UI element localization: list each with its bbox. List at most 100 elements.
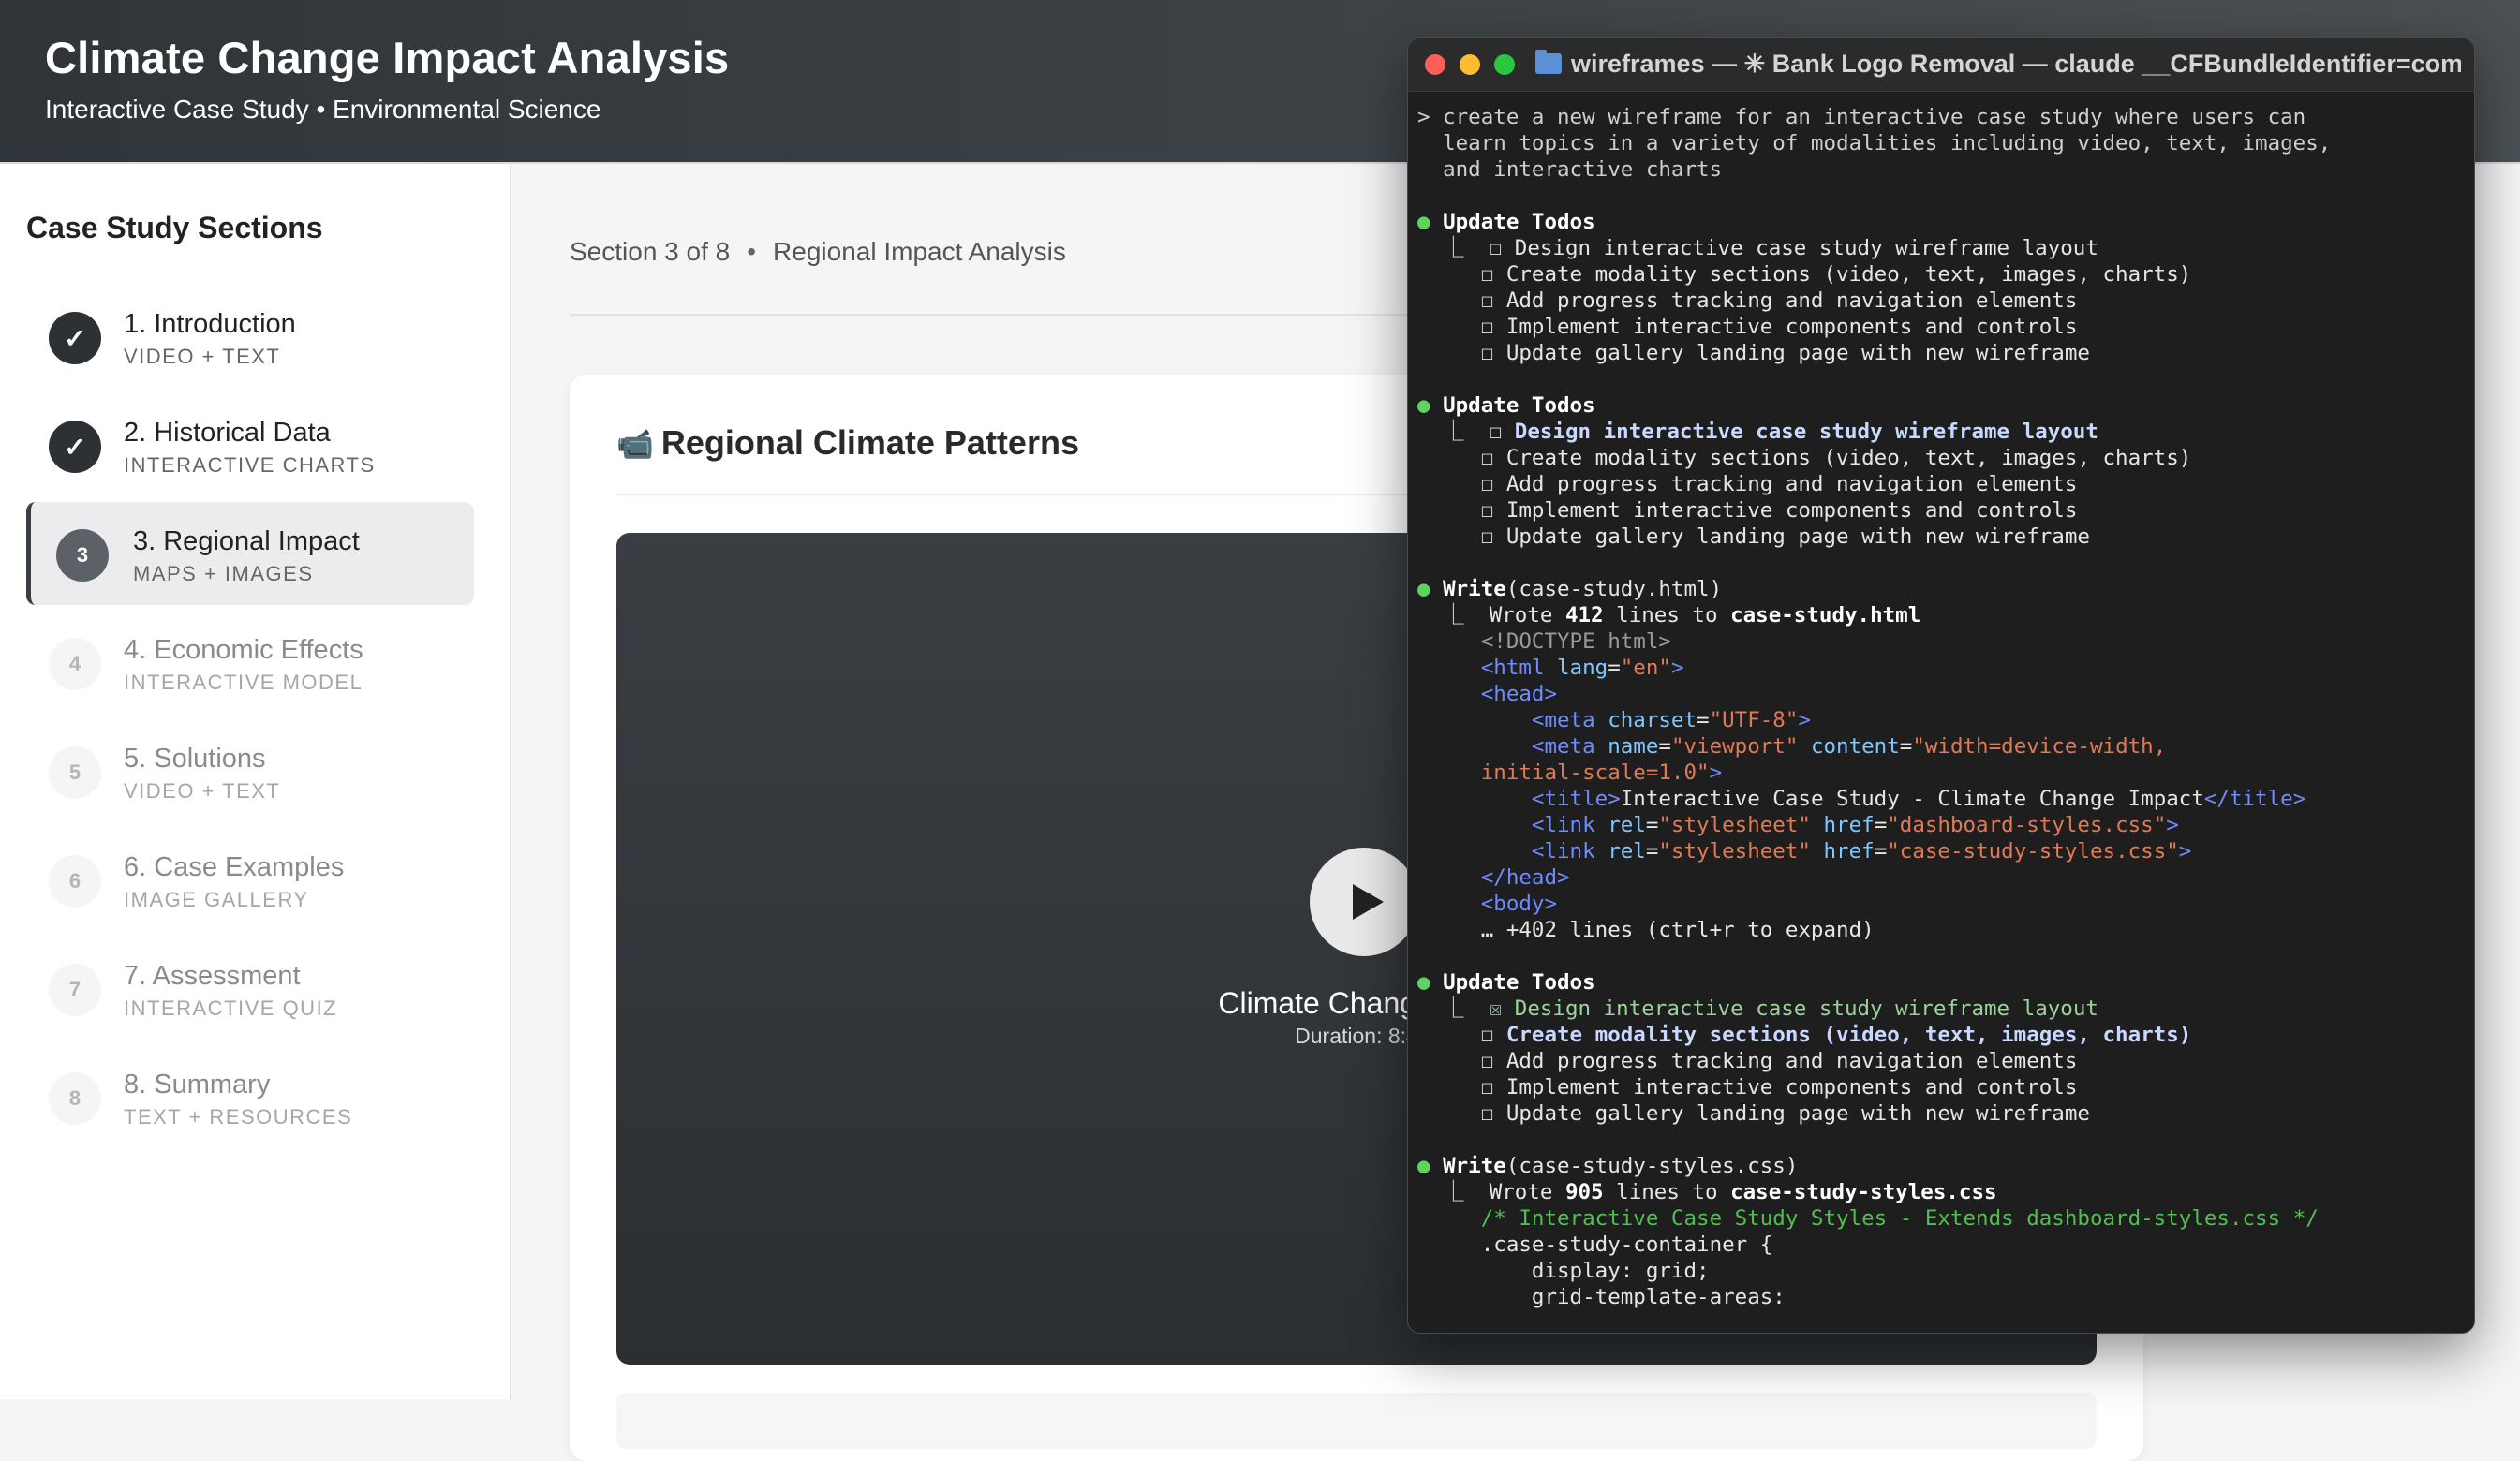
- expand-hint[interactable]: … +402 lines (ctrl+r to expand): [1417, 917, 2474, 943]
- terminal-titlebar[interactable]: wireframes — ✳ Bank Logo Removal — claud…: [1408, 38, 2474, 92]
- todo-text: Create modality sections (video, text, i…: [1505, 262, 2192, 287]
- code-line: <title>Interactive Case Study - Climate …: [1531, 787, 2306, 811]
- sidebar-item-label: 5. Solutions: [124, 744, 266, 774]
- sidebar-item-modality: INTERACTIVE QUIZ: [124, 996, 338, 1020]
- todo-item: ⎿ ☐ Design interactive case study wirefr…: [1417, 420, 2098, 444]
- page-subtitle: Interactive Case Study • Environmental S…: [45, 95, 601, 124]
- todo-item: ☐ Create modality sections (video, text,…: [1417, 262, 2192, 287]
- todo-text: Create modality sections (video, text, i…: [1505, 446, 2192, 470]
- play-icon: [1352, 884, 1384, 920]
- step-number-badge: 3: [56, 529, 109, 582]
- play-button[interactable]: [1310, 848, 1418, 956]
- tool-name: Write: [1443, 1154, 1506, 1178]
- sidebar-item-label: 3. Regional Impact: [133, 526, 360, 556]
- todo-item: ☐ Implement interactive components and c…: [1417, 1075, 2078, 1099]
- todo-text: Update gallery landing page with new wir…: [1505, 524, 2090, 549]
- todo-item: ☐ Update gallery landing page with new w…: [1417, 341, 2090, 365]
- sidebar-item-label: 7. Assessment: [124, 961, 301, 991]
- sidebar-title: Case Study Sections: [26, 211, 323, 244]
- code-comment: /* Interactive Case Study Styles - Exten…: [1480, 1206, 2319, 1231]
- breadcrumb-section: Section 3 of 8: [570, 237, 731, 266]
- sidebar-item-historical-data[interactable]: ✓ 2. Historical Data INTERACTIVE CHARTS: [26, 393, 474, 496]
- code-line: <body>: [1480, 892, 1558, 916]
- tool-name: Write: [1443, 577, 1506, 601]
- code-line: grid-template-areas:: [1417, 1284, 2474, 1310]
- todo-item: ☐ Implement interactive components and c…: [1417, 315, 2078, 339]
- sidebar-item-label: 2. Historical Data: [124, 418, 331, 448]
- tool-file: case-study.html: [1519, 577, 1710, 601]
- checkmark-icon: ✓: [49, 421, 101, 473]
- sidebar-item-introduction[interactable]: ✓ 1. Introduction VIDEO + TEXT: [26, 285, 474, 388]
- status-dot-icon: ●: [1417, 970, 1430, 995]
- sidebar-item-economic-effects[interactable]: 4 4. Economic Effects INTERACTIVE MODEL: [26, 611, 474, 714]
- todo-item: ☐ Update gallery landing page with new w…: [1417, 1101, 2090, 1126]
- todo-text: Design interactive case study wireframe …: [1514, 236, 2098, 260]
- code-line: display: grid;: [1417, 1258, 2474, 1284]
- code-line: </head>: [1480, 865, 1570, 890]
- written-file: case-study.html: [1730, 603, 1921, 627]
- todo-text: Implement interactive components and con…: [1505, 498, 2078, 523]
- code-string: "case-study-styles.css": [1887, 839, 2179, 863]
- code-string: initial-scale=1.0": [1480, 760, 1710, 785]
- sidebar-item-modality: IMAGE GALLERY: [124, 888, 309, 911]
- todo-item: ☐ Add progress tracking and navigation e…: [1417, 1049, 2078, 1073]
- maximize-window-button[interactable]: [1494, 54, 1515, 75]
- code-text: Interactive Case Study - Climate Change …: [1620, 787, 2204, 811]
- sidebar-item-summary[interactable]: 8 8. Summary TEXT + RESOURCES: [26, 1045, 474, 1148]
- todo-text: Add progress tracking and navigation ele…: [1505, 472, 2078, 496]
- todo-text: Implement interactive components and con…: [1505, 1075, 2078, 1099]
- write-prefix: Wrote: [1489, 1180, 1565, 1204]
- sidebar-item-label: 8. Summary: [124, 1070, 271, 1099]
- line-count: 412: [1564, 603, 1604, 627]
- code-line: <head>: [1480, 682, 1558, 706]
- prompt-line: and interactive charts: [1417, 157, 1723, 182]
- todo-heading: Update Todos: [1443, 210, 1595, 234]
- todo-text: Update gallery landing page with new wir…: [1505, 1101, 2090, 1126]
- step-number-badge: 8: [49, 1072, 101, 1125]
- breadcrumb-page: Regional Impact Analysis: [773, 237, 1066, 266]
- write-prefix: Wrote: [1489, 603, 1565, 627]
- code-line: <link rel="stylesheet" href="dashboard-s…: [1531, 813, 2179, 837]
- checkmark-icon: ✓: [49, 312, 101, 364]
- todo-block-heading: ● Update Todos: [1417, 209, 2474, 235]
- sidebar-item-modality: INTERACTIVE CHARTS: [124, 453, 376, 477]
- code-line: initial-scale=1.0">: [1480, 760, 1723, 785]
- write-mid: lines to: [1603, 603, 1731, 627]
- write-tool-line: ● Write(case-study-styles.css): [1417, 1154, 1799, 1178]
- code-line: <meta charset="UTF-8">: [1531, 708, 1811, 732]
- close-window-button[interactable]: [1425, 54, 1445, 75]
- write-result-line: ⎿ Wrote 905 lines to case-study-styles.c…: [1417, 1180, 1997, 1204]
- terminal-title: wireframes — ✳ Bank Logo Removal — claud…: [1571, 50, 2461, 78]
- code-line: <link rel="stylesheet" href="case-study-…: [1531, 839, 2192, 863]
- step-number-badge: 4: [49, 638, 101, 690]
- expand-hint-text: … +402 lines (ctrl+r to expand): [1480, 918, 1875, 942]
- status-dot-icon: ●: [1417, 210, 1430, 234]
- prompt-line: > create a new wireframe for an interact…: [1417, 105, 2306, 129]
- sidebar-item-modality: INTERACTIVE MODEL: [124, 671, 363, 694]
- step-number-badge: 5: [49, 746, 101, 799]
- todo-text: Add progress tracking and navigation ele…: [1505, 1049, 2078, 1073]
- sidebar-item-regional-impact[interactable]: 3 3. Regional Impact MAPS + IMAGES: [26, 502, 474, 605]
- sidebar-item-modality: VIDEO + TEXT: [124, 779, 281, 803]
- code-string: "width=device-width,: [1912, 734, 2167, 759]
- code-string: "UTF-8": [1709, 708, 1799, 732]
- todo-item: ☐ Create modality sections (video, text,…: [1417, 1023, 2192, 1047]
- sidebar: Case Study Sections ✓ 1. Introduction VI…: [0, 164, 511, 1399]
- code-line: <meta name="viewport" content="width=dev…: [1531, 734, 2167, 759]
- status-dot-icon: ●: [1417, 393, 1430, 418]
- code-doctype: <!DOCTYPE html>: [1480, 629, 1671, 654]
- step-number-badge: 7: [49, 964, 101, 1016]
- todo-text: Update gallery landing page with new wir…: [1505, 341, 2090, 365]
- code-line: <!DOCTYPE html>: [1417, 628, 2474, 655]
- folder-icon: [1535, 50, 1562, 74]
- minimize-window-button[interactable]: [1460, 54, 1480, 75]
- line-count: 905: [1564, 1180, 1604, 1204]
- terminal-output[interactable]: > create a new wireframe for an interact…: [1408, 91, 2474, 1333]
- sidebar-item-case-examples[interactable]: 6 6. Case Examples IMAGE GALLERY: [26, 828, 474, 931]
- terminal-window[interactable]: wireframes — ✳ Bank Logo Removal — claud…: [1407, 37, 2475, 1334]
- sidebar-item-solutions[interactable]: 5 5. Solutions VIDEO + TEXT: [26, 719, 474, 822]
- code-property: grid-template-areas:: [1531, 1285, 1786, 1309]
- todo-heading: Update Todos: [1443, 393, 1595, 418]
- sidebar-item-assessment[interactable]: 7 7. Assessment INTERACTIVE QUIZ: [26, 937, 474, 1040]
- sidebar-item-modality: TEXT + RESOURCES: [124, 1105, 353, 1129]
